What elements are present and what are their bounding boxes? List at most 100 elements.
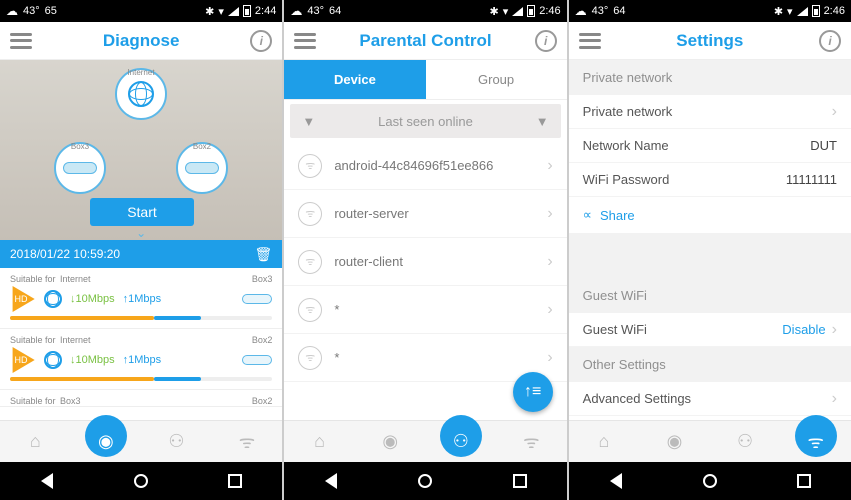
status-temp: 43° (307, 5, 324, 17)
wifi-password-value: 11111111 (786, 172, 837, 187)
nav-parental[interactable]: ⚇ (425, 421, 496, 462)
home-button[interactable] (415, 471, 435, 491)
tab-group[interactable]: Group (426, 60, 567, 100)
back-button[interactable] (37, 471, 57, 491)
nav-diagnose[interactable]: ◉ (639, 421, 710, 462)
status-extra: 64 (329, 5, 341, 17)
chevron-right-icon: › (832, 390, 837, 408)
row-advanced[interactable]: Advanced Settings › (569, 382, 851, 416)
tabs: Device Group (284, 60, 566, 100)
device-name: * (334, 350, 339, 365)
filter-dropdown[interactable]: ▼ Last seen online ▼ (290, 104, 560, 138)
back-button[interactable] (321, 471, 341, 491)
speed-bar (10, 377, 272, 381)
row-share[interactable]: ∝ Share (569, 197, 851, 233)
device-row[interactable]: ᯤ router-server › (284, 190, 566, 238)
nav-wifi[interactable]: ᯤ (780, 421, 851, 462)
row-guest-wifi[interactable]: Guest WiFi Disable › (569, 313, 851, 347)
speed-bar (10, 316, 272, 320)
status-extra: 65 (45, 5, 57, 17)
panel-diagnose: ☁ 43° 65 ✱ ▾ 2:44 Diagnose i Internet Bo… (0, 0, 282, 500)
device-row[interactable]: ᯤ * › (284, 286, 566, 334)
up-speed: ↑1Mbps (123, 293, 162, 305)
nav-home[interactable]: ⌂ (284, 421, 355, 462)
menu-icon[interactable] (579, 33, 601, 49)
network-name-value: DUT (810, 138, 837, 153)
battery-icon (243, 5, 251, 17)
back-button[interactable] (606, 471, 626, 491)
router-icon (185, 162, 219, 174)
menu-icon[interactable] (294, 33, 316, 49)
menu-icon[interactable] (10, 33, 32, 49)
node-box2[interactable]: Box2 (176, 142, 228, 194)
chevron-right-icon: › (832, 103, 837, 121)
device-icon: ᯤ (298, 202, 322, 226)
result-card: Suitable for Box3 Box2 (0, 390, 282, 407)
node-box3[interactable]: Box3 (54, 142, 106, 194)
result-card: Suitable for Internet Box3 HD ↓10Mbps ↑1… (0, 268, 282, 329)
page-title: Diagnose (32, 31, 250, 51)
status-time: 2:46 (539, 5, 560, 17)
router-icon (63, 162, 97, 174)
nav-home[interactable]: ⌂ (569, 421, 640, 462)
device-name: android-44c84696f51ee866 (334, 158, 493, 173)
globe-icon (44, 351, 62, 369)
home-button[interactable] (131, 471, 151, 491)
nav-wifi[interactable]: ᯤ (212, 421, 283, 462)
recent-button[interactable] (510, 471, 530, 491)
status-bar: ☁ 43° 64 ✱ ▾ 2:46 (569, 0, 851, 22)
nav-diagnose[interactable]: ◉ (71, 421, 142, 462)
nav-home[interactable]: ⌂ (0, 421, 71, 462)
row-network-name[interactable]: Network Name DUT (569, 129, 851, 163)
section-other: Other Settings (569, 347, 851, 382)
weather-icon: ☁ (6, 4, 18, 18)
status-bar: ☁ 43° 64 ✱ ▾ 2:46 (284, 0, 566, 22)
battery-icon (812, 5, 820, 17)
share-icon: ∝ (583, 207, 592, 223)
tab-device[interactable]: Device (284, 60, 425, 100)
nav-parental[interactable]: ⚇ (141, 421, 212, 462)
row-wifi-password[interactable]: WiFi Password 11111111 (569, 163, 851, 197)
recent-button[interactable] (225, 471, 245, 491)
timestamp-text: 2018/01/22 10:59:20 (10, 247, 120, 261)
chevron-right-icon: › (547, 205, 552, 223)
row-private-network[interactable]: Private network › (569, 95, 851, 129)
device-row[interactable]: ᯤ router-client › (284, 238, 566, 286)
nav-wifi[interactable]: ᯤ (496, 421, 567, 462)
device-name: router-client (334, 254, 403, 269)
node-internet[interactable]: Internet (115, 68, 167, 120)
device-icon: ᯤ (298, 154, 322, 178)
info-icon[interactable]: i (250, 30, 272, 52)
result-card: Suitable for Internet Box2 HD ↓10Mbps ↑1… (0, 329, 282, 390)
status-bar: ☁ 43° 65 ✱ ▾ 2:44 (0, 0, 282, 22)
recent-button[interactable] (794, 471, 814, 491)
router-icon (242, 355, 272, 365)
trash-icon[interactable]: 🗑 (255, 246, 273, 263)
info-icon[interactable]: i (535, 30, 557, 52)
chevron-down-icon[interactable]: ⌄ (136, 226, 146, 240)
section-guest: Guest WiFi (569, 278, 851, 313)
section-private: Private network (569, 60, 851, 95)
home-button[interactable] (700, 471, 720, 491)
page-title: Settings (601, 31, 819, 51)
start-button[interactable]: Start (90, 198, 194, 226)
android-softkeys (0, 462, 282, 500)
info-icon[interactable]: i (819, 30, 841, 52)
bottom-nav: ⌂ ◉ ⚇ ᯤ (569, 420, 851, 462)
panel-parental: ☁ 43° 64 ✱ ▾ 2:46 Parental Control i Dev… (284, 0, 566, 500)
device-icon: ᯤ (298, 298, 322, 322)
chevron-right-icon: › (832, 321, 837, 339)
weather-icon: ☁ (575, 4, 587, 18)
device-row[interactable]: ᯤ android-44c84696f51ee866 › (284, 142, 566, 190)
signal-icon (512, 7, 523, 16)
globe-icon (128, 81, 154, 107)
nav-diagnose[interactable]: ◉ (355, 421, 426, 462)
router-icon (242, 294, 272, 304)
android-softkeys (284, 462, 566, 500)
signal-icon (797, 7, 808, 16)
topology-diagram: Internet Box3 Box2 Start ⌄ (0, 60, 282, 240)
nav-parental[interactable]: ⚇ (710, 421, 781, 462)
status-temp: 43° (23, 5, 40, 17)
sort-fab[interactable]: ↑≡ (513, 372, 553, 412)
bottom-nav: ⌂ ◉ ⚇ ᯤ (284, 420, 566, 462)
